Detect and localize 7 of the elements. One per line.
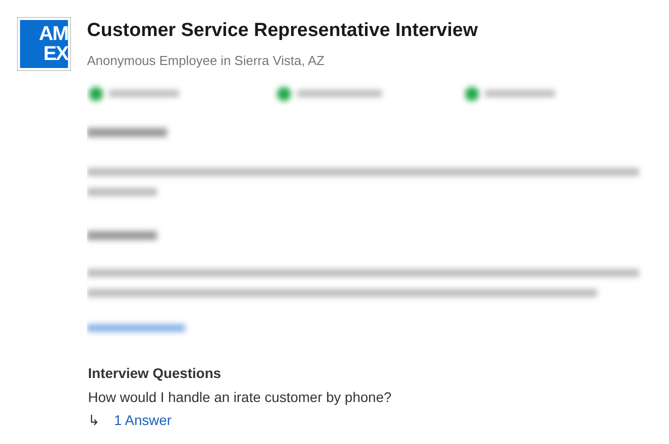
company-logo: AM EX (17, 17, 71, 71)
reply-arrow-icon: ↳ (88, 410, 100, 431)
answers-link[interactable]: 1 Answer (114, 410, 172, 431)
reviewer-location: Anonymous Employee in Sierra Vista, AZ (87, 52, 326, 70)
interview-title: Customer Service Representative Interview (87, 19, 478, 43)
question-text: How would I handle an irate customer by phone? (88, 388, 393, 407)
section-heading: Interview Questions (88, 364, 222, 383)
